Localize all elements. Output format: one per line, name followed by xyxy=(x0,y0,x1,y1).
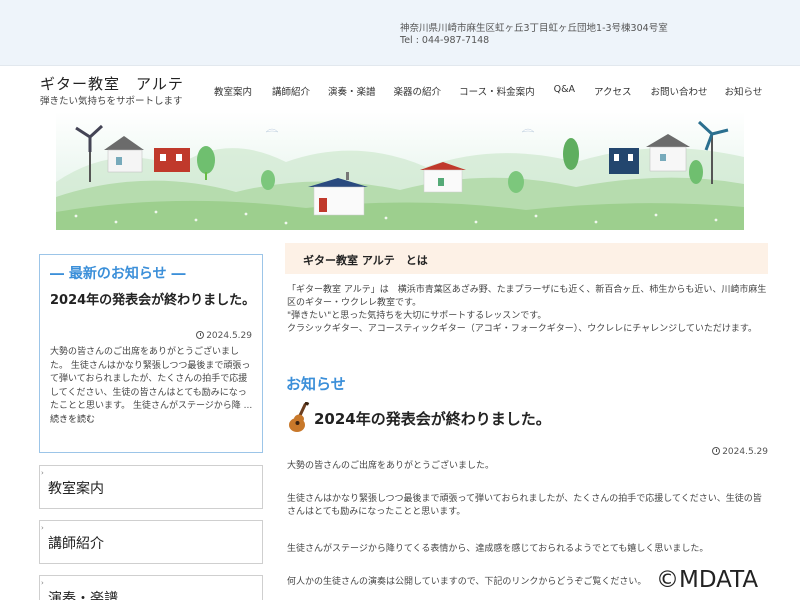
nav-item-qa[interactable]: Q&A xyxy=(554,84,575,98)
side-menu-item-performance[interactable]: › 演奏・楽譜 xyxy=(39,575,263,600)
clock-icon xyxy=(196,331,205,339)
nav-item-contact[interactable]: お問い合わせ xyxy=(651,84,708,98)
latest-news-widget: ― 最新のお知らせ ― 2024年の発表会が終わりました。 2024.5.29 … xyxy=(39,254,263,453)
house-red-icon xyxy=(154,148,190,172)
bird-icon xyxy=(265,128,535,133)
side-menu-label: 教室案内 xyxy=(48,481,104,497)
hero-banner-illustration xyxy=(56,112,744,230)
latest-news-heading: ― 最新のお知らせ ― xyxy=(50,266,186,282)
nav-item-performance[interactable]: 演奏・楽譜 xyxy=(328,84,376,98)
nav-item-access[interactable]: アクセス xyxy=(594,84,632,98)
read-more-link[interactable]: 続きを読む xyxy=(50,415,95,425)
about-line: 「ギター教室 アルテ」は 横浜市青葉区あざみ野、たまプラーザにも近く、新百合ヶ丘… xyxy=(287,285,767,308)
about-heading: ギター教室 アルテ とは xyxy=(303,254,428,267)
house-navy-icon xyxy=(609,148,639,174)
nav-item-instruments[interactable]: 楽器の紹介 xyxy=(394,84,442,98)
nav-item-news[interactable]: お知らせ xyxy=(725,84,763,98)
post-header: 2024年の発表会が終わりました。 xyxy=(286,402,551,434)
clock-icon xyxy=(712,447,721,455)
post-paragraph: 大勢の皆さんのご出席をありがとうございました。 xyxy=(287,461,495,471)
side-menu: › 教室案内 › 講師紹介 › 演奏・楽譜 xyxy=(39,465,263,600)
chevron-right-icon: › xyxy=(41,469,44,477)
about-line: クラシックギター、アコースティックギター（アコギ・フォークギター）、ウクレレにチ… xyxy=(287,324,757,334)
copyright-watermark: ©MDATA xyxy=(656,567,759,593)
post-date-text: 2024.5.29 xyxy=(722,447,768,457)
side-menu-label: 講師紹介 xyxy=(48,536,104,552)
banner-landscape xyxy=(56,120,744,230)
chevron-right-icon: › xyxy=(41,524,44,532)
side-menu-label: 演奏・楽譜 xyxy=(48,591,118,600)
side-menu-item-classroom[interactable]: › 教室案内 xyxy=(39,465,263,509)
post-paragraph: 生徒さんがステージから降りてくる表情から、達成感を感じておられるようでとても嬉し… xyxy=(287,544,709,554)
nav-item-instructor[interactable]: 講師紹介 xyxy=(272,84,310,98)
post-date: 2024.5.29 xyxy=(712,447,768,457)
news-section-heading: お知らせ xyxy=(286,375,346,393)
latest-news-excerpt: 大勢の皆さんのご出席をありがとうございました。 生徒さんはかなり緊張しつつ最後ま… xyxy=(50,346,254,427)
latest-news-title[interactable]: 2024年の発表会が終わりました。 xyxy=(50,291,256,311)
site-tagline: 弾きたい気持ちをサポートします xyxy=(40,96,183,107)
latest-news-date-text: 2024.5.29 xyxy=(206,331,252,341)
post-title[interactable]: 2024年の発表会が終わりました。 xyxy=(314,408,551,429)
nav-item-classroom[interactable]: 教室案内 xyxy=(214,84,252,98)
about-text: 「ギター教室 アルテ」は 横浜市青葉区あざみ野、たまプラーザにも近く、新百合ヶ丘… xyxy=(287,284,768,336)
chevron-right-icon: › xyxy=(41,579,44,587)
latest-news-body: 大勢の皆さんのご出席をありがとうございました。 生徒さんはかなり緊張しつつ最後ま… xyxy=(50,347,253,411)
about-heading-box: ギター教室 アルテ とは xyxy=(285,243,768,274)
latest-news-date: 2024.5.29 xyxy=(196,331,252,341)
house-white-right-icon xyxy=(646,134,690,172)
post-paragraph: 生徒さんはかなり緊張しつつ最後まで頑張って弾いておられましたが、たくさんの拍手で… xyxy=(287,494,762,517)
site-title[interactable]: ギター教室 アルテ xyxy=(40,73,184,94)
tel-text: Tel : 044-987-7148 xyxy=(400,35,490,46)
site-header: ギター教室 アルテ 弾きたい気持ちをサポートします 教室案内 講師紹介 演奏・楽… xyxy=(0,66,800,110)
top-info-bar: 神奈川県川崎市麻生区虹ヶ丘3丁目虹ヶ丘団地1-3号棟304号室 Tel : 04… xyxy=(0,0,800,66)
nav-item-courses[interactable]: コース・料金案内 xyxy=(459,84,535,98)
house-white-icon xyxy=(104,136,144,173)
address-text: 神奈川県川崎市麻生区虹ヶ丘3丁目虹ヶ丘団地1-3号棟304号室 xyxy=(400,23,668,34)
global-nav: 教室案内 講師紹介 演奏・楽譜 楽器の紹介 コース・料金案内 Q&A アクセス … xyxy=(214,84,762,98)
guitar-icon xyxy=(289,402,310,432)
side-menu-item-instructor[interactable]: › 講師紹介 xyxy=(39,520,263,564)
left-column: ― 最新のお知らせ ― 2024年の発表会が終わりました。 2024.5.29 … xyxy=(39,254,263,453)
about-line: "弾きたい"と思った気持ちを大切にサポートするレッスンです。 xyxy=(287,311,547,321)
